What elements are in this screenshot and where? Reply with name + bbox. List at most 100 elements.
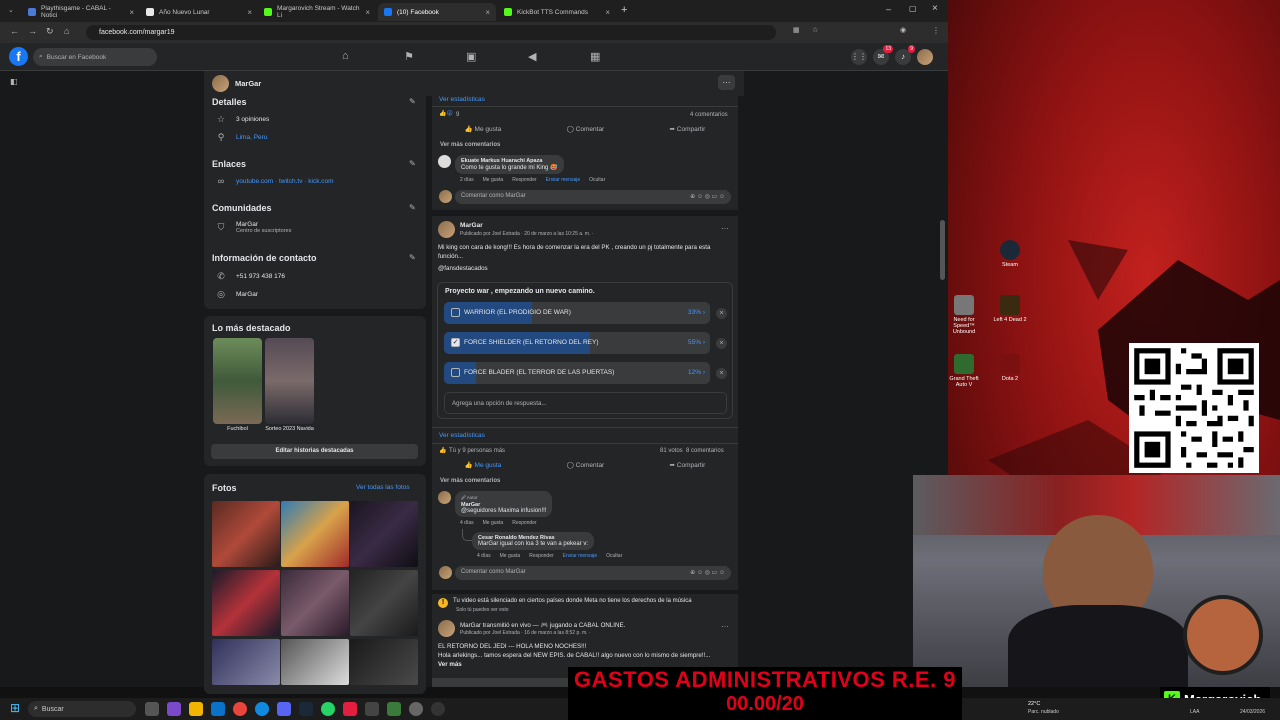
poll-checkbox[interactable]	[451, 368, 460, 377]
browser-tab[interactable]: KickBot TTS Commands ×	[498, 3, 616, 21]
comment-message-link[interactable]: Enviar mensaje	[546, 177, 580, 183]
facebook-search-input[interactable]: ⌕ Buscar en Facebook	[33, 48, 157, 66]
comment-input[interactable]: Comentar como MarGar ⊕ ☺ ◎ ▭ ☺	[455, 190, 731, 204]
app-icon[interactable]	[431, 702, 445, 716]
browser-tab[interactable]: Playthisgame - CABAL - Notici ×	[22, 3, 140, 21]
photo-thumb[interactable]	[212, 501, 280, 567]
comment-tools-icon[interactable]: ⊕ ☺ ◎ ▭ ☺	[690, 193, 725, 200]
photo-thumb[interactable]	[281, 570, 349, 636]
photo-thumb[interactable]	[281, 639, 349, 685]
url-input[interactable]: facebook.com/margar19	[86, 25, 776, 40]
see-more-link[interactable]: Ver más	[438, 661, 462, 668]
app-icon[interactable]	[167, 702, 181, 716]
discord-icon[interactable]	[277, 702, 291, 716]
photo-thumb[interactable]	[212, 570, 280, 636]
tab-search-icon[interactable]: ⌄	[8, 6, 14, 14]
whatsapp-icon[interactable]	[321, 702, 335, 716]
photo-thumb[interactable]	[350, 639, 418, 685]
browser-tab-active[interactable]: (10) Facebook ×	[378, 3, 496, 21]
see-all-photos-link[interactable]: Ver todas las fotos	[356, 484, 409, 491]
votes-comments-count[interactable]: 81 votos 8 comentarios	[660, 448, 724, 454]
stats-link[interactable]: Ver estadísticas	[439, 96, 485, 103]
comment-like-link[interactable]: Me gusta	[500, 553, 521, 559]
avatar[interactable]	[438, 155, 451, 168]
app-icon[interactable]	[365, 702, 379, 716]
store-icon[interactable]	[211, 702, 225, 716]
edit-pencil-icon[interactable]: ✎	[409, 97, 416, 106]
facebook-logo-icon[interactable]: f	[9, 47, 28, 66]
comment-like-link[interactable]: Me gusta	[483, 177, 504, 183]
profile-icon[interactable]: ◉	[900, 26, 906, 34]
home-icon[interactable]: ⌂	[342, 50, 349, 62]
maximize-icon[interactable]: ▢	[909, 4, 917, 13]
share-button[interactable]: ➦ Compartir	[670, 125, 706, 133]
new-tab-icon[interactable]: +	[621, 4, 627, 16]
like-button[interactable]: 👍 Me gusta	[465, 125, 502, 133]
avatar[interactable]	[438, 221, 455, 238]
like-button[interactable]: 👍 Me gusta	[465, 461, 502, 469]
photo-thumb[interactable]	[212, 639, 280, 685]
app-icon[interactable]	[387, 702, 401, 716]
like-reaction-icon[interactable]: 👍	[439, 447, 446, 454]
minimize-icon[interactable]: –	[886, 4, 891, 14]
browser-tab[interactable]: Año Nuevo Lunar ×	[140, 3, 258, 21]
desktop-icon-steam[interactable]: Steam	[990, 240, 1030, 268]
desktop-icon-gta[interactable]: Grand Theft Auto V	[944, 354, 984, 388]
chrome-icon[interactable]	[233, 702, 247, 716]
app-icon[interactable]	[343, 702, 357, 716]
post-hashtag[interactable]: @fansdestacados	[438, 265, 488, 272]
desktop-icon-dota[interactable]: Dota 2	[990, 354, 1030, 382]
remove-option-icon[interactable]: ×	[716, 368, 727, 379]
close-icon[interactable]: ×	[365, 8, 370, 17]
comment-button[interactable]: ◯ Comentar	[567, 125, 605, 133]
taskbar-search[interactable]: ⌕ Buscar	[28, 701, 136, 717]
comment-tools-icon[interactable]: ⊕ ☺ ◎ ▭ ☺	[690, 569, 725, 576]
edit-pencil-icon[interactable]: ✎	[409, 253, 416, 262]
apps-menu-icon[interactable]: ⋮⋮	[851, 49, 867, 65]
reaction-summary[interactable]: Tú y 9 personas más	[449, 448, 505, 454]
close-icon[interactable]: ×	[247, 8, 252, 17]
share-button[interactable]: ➦ Compartir	[670, 461, 706, 469]
page-scrollbar[interactable]	[940, 220, 945, 280]
comment-hide-link[interactable]: Ocultar	[606, 553, 622, 559]
sidebar-toggle-icon[interactable]: ◧	[10, 77, 18, 86]
stats-link[interactable]: Ver estadísticas	[439, 432, 485, 439]
menu-icon[interactable]: ⋮	[932, 26, 940, 35]
browser-tab[interactable]: Margarovich Stream - Watch Li ×	[258, 3, 376, 21]
opinions-row[interactable]: ☆ 3 opiniones	[215, 114, 269, 125]
comment-message-link[interactable]: Enviar mensaje	[563, 553, 597, 559]
home-icon[interactable]: ⌂	[64, 26, 69, 36]
weather-temp[interactable]: 22°C	[1028, 701, 1040, 707]
comment-input[interactable]: Comentar como MarGar ⊕ ☺ ◎ ▭ ☺	[455, 566, 731, 580]
more-comments-link[interactable]: Ver más comentarios	[440, 142, 500, 148]
add-poll-option-input[interactable]: Agrega una opción de respuesta...	[444, 392, 727, 414]
weather-desc[interactable]: Parc. nublado	[1028, 709, 1059, 715]
desktop-icon-l4d2[interactable]: Left 4 Dead 2	[990, 295, 1030, 323]
remove-option-icon[interactable]: ×	[716, 308, 727, 319]
more-options-button[interactable]: ···	[718, 75, 735, 90]
notifications-icon[interactable]: ♪ 9	[895, 45, 915, 65]
marketplace-icon[interactable]: ▣	[466, 50, 476, 63]
messenger-icon[interactable]: ✉ 13	[873, 45, 893, 65]
comment-button[interactable]: ◯ Comentar	[567, 461, 605, 469]
edit-highlights-button[interactable]: Editar historias destacadas	[211, 444, 418, 459]
close-icon[interactable]: ×	[485, 8, 490, 17]
reaction-count[interactable]: 9	[456, 112, 459, 118]
steam-icon[interactable]	[299, 702, 313, 716]
photo-thumb[interactable]	[281, 501, 349, 567]
photo-thumb[interactable]	[350, 501, 418, 567]
windows-start-icon[interactable]: ⊞	[10, 701, 20, 715]
file-explorer-icon[interactable]	[189, 702, 203, 716]
desktop-icon-nfs[interactable]: Need for Speed™ Unbound	[944, 295, 984, 335]
poll-option[interactable]: FORCE BLADER (EL TERROR DE LAS PUERTAS) …	[444, 362, 710, 384]
post-options-icon[interactable]: ···	[721, 224, 729, 233]
input-language[interactable]: LAA	[1190, 709, 1199, 715]
avatar[interactable]	[212, 75, 229, 92]
account-avatar[interactable]	[917, 49, 933, 65]
photo-thumb[interactable]	[350, 570, 418, 636]
reload-icon[interactable]: ↻	[46, 26, 54, 37]
more-comments-link[interactable]: Ver más comentarios	[440, 478, 500, 484]
extensions-icon[interactable]: ▦	[793, 26, 800, 34]
close-icon[interactable]: ×	[129, 8, 134, 17]
poll-checkbox-checked[interactable]: ✓	[451, 338, 460, 347]
